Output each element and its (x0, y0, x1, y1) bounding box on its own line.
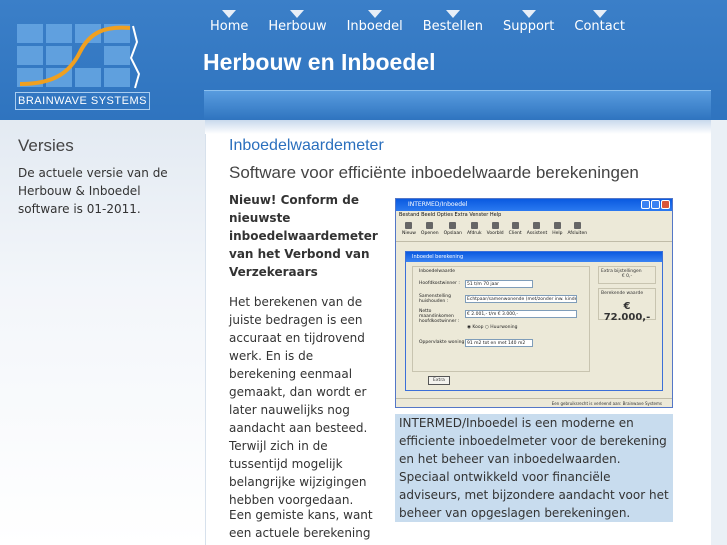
main-top-shadow (205, 120, 711, 134)
tool-label: Opslaan (443, 231, 462, 236)
print-icon (470, 222, 478, 229)
section-subtitle: Inboedelwaardemeter (229, 137, 384, 154)
logo-text: BRAINWAVE SYSTEMS (15, 92, 150, 110)
nav-label: Home (210, 19, 249, 34)
nav-label: Inboedel (346, 19, 403, 34)
window-statusbar: Een gebruiksrecht is verleend aan: Brain… (396, 398, 672, 407)
site-title: Herbouw en Inboedel (203, 49, 436, 75)
screenshot-caption: INTERMED/Inboedel is een moderne en effi… (395, 414, 673, 522)
nav-herbouw[interactable]: Herbouw (258, 0, 336, 40)
radio-huur-label: Huurwoning (490, 325, 518, 330)
assistant-icon (533, 222, 541, 229)
preview-icon (491, 222, 499, 229)
app-screenshot: INTERMED/Inboedel Bestand Beeld Opties E… (395, 198, 673, 408)
close-icon (661, 200, 670, 209)
nav-home[interactable]: Home (200, 0, 258, 40)
tool-label: Openen (420, 231, 439, 236)
extra-box: Extra bijstellingen € 0,- (598, 266, 656, 284)
nav-support[interactable]: Support (493, 0, 564, 40)
main-nav: Home Herbouw Inboedel Bestellen Support … (200, 0, 635, 40)
tool-open: Openen (421, 220, 439, 241)
tool-new: Nieuw (402, 220, 416, 241)
window-menubar: Bestand Beeld Opties Extra Venster Help (399, 212, 502, 218)
nav-label: Bestellen (422, 19, 483, 34)
radio-koop-label: Koop (472, 325, 484, 330)
income-label: Netto maandinkomen hoofdkostwinner : (419, 309, 460, 324)
right-gutter (711, 120, 727, 545)
client-icon (511, 222, 519, 229)
nav-marker-icon (445, 10, 460, 18)
result-value: € 72.000,- (603, 301, 651, 323)
banner-glow (204, 90, 711, 120)
tool-label: Assistent (526, 231, 548, 236)
tool-label: Afsluiten (567, 231, 588, 236)
nav-marker-icon (222, 10, 237, 18)
result-label: Berekende waarde (601, 291, 644, 296)
result-box: Berekende waarde € 72.000,- (598, 288, 656, 323)
nav-contact[interactable]: Contact (564, 0, 635, 40)
tool-label: Nieuw (402, 231, 416, 236)
household-label: Samenstelling huishouden : (419, 294, 451, 304)
help-icon (553, 222, 561, 229)
nav-marker-icon (521, 10, 536, 18)
tool-exit: Afsluiten (567, 220, 587, 241)
tool-preview: Voorbld (487, 220, 504, 241)
tool-print: Afdruk (467, 220, 482, 241)
area-label: Oppervlakte woning : (419, 340, 468, 345)
nav-label: Support (502, 19, 555, 34)
save-icon (449, 222, 457, 229)
new-icon (405, 222, 413, 229)
tool-label: Voorbld (486, 231, 504, 236)
tool-label: Help (552, 231, 563, 236)
sidebar-text: De actuele versie van de Herbouw & Inboe… (18, 166, 168, 216)
value-group: Inboedelwaarde Hoofdkostwinner : 51 t/m … (412, 266, 590, 372)
brand-logo[interactable]: BRAINWAVE SYSTEMS (15, 22, 150, 112)
group-label: Inboedelwaarde (419, 269, 456, 274)
sidebar: Versies De actuele versie van de Herbouw… (0, 120, 205, 545)
body-paragraph: Het berekenen van de juiste bedragen is … (229, 295, 368, 507)
open-icon (426, 222, 434, 229)
nav-marker-icon (367, 10, 382, 18)
wave-icon (19, 25, 141, 89)
maximize-icon (651, 200, 660, 209)
calc-dialog: Inboedel berekening Inboedelwaarde Hoofd… (405, 251, 663, 391)
age-select: 51 t/m 70 jaar (465, 280, 533, 288)
section-tagline: Software voor efficiënte inboedelwaarde … (229, 163, 639, 182)
nav-inboedel[interactable]: Inboedel (337, 0, 413, 40)
household-select: Echtpaar/samenwonende (met/zonder inw. k… (465, 295, 577, 303)
exit-icon (573, 222, 581, 229)
extra-value: € 0,- (621, 274, 633, 279)
extra-button: Extra (428, 376, 450, 385)
radio-koop: ◉ Koop ○ Huurwoning (467, 325, 518, 330)
age-label: Hoofdkostwinner : (419, 281, 460, 286)
window-controls (641, 200, 670, 209)
minimize-icon (641, 200, 650, 209)
tool-client: Client (509, 220, 522, 241)
nav-marker-icon (290, 10, 305, 18)
nav-label: Herbouw (268, 19, 327, 34)
nav-label: Contact (574, 19, 625, 34)
intro-text: Nieuw! Conform de nieuwste inboedelwaard… (229, 193, 378, 279)
tool-label: Afdruk (466, 231, 482, 236)
window-titlebar: INTERMED/Inboedel (396, 199, 672, 211)
area-select: 91 m2 tot en met 140 m2 (465, 339, 533, 347)
tool-help: Help (552, 220, 562, 241)
sidebar-title: Versies (18, 136, 74, 155)
income-select: € 2.001,- t/m € 3.000,- (465, 310, 577, 318)
window-toolbar: Nieuw Openen Opslaan Afdruk Voorbld Clie… (396, 220, 672, 242)
body-paragraph: Een gemiste kans, want een actuele berek… (229, 508, 373, 540)
nav-marker-icon (592, 10, 607, 18)
tool-save: Opslaan (444, 220, 462, 241)
window-title: INTERMED/Inboedel (408, 201, 468, 208)
nav-bestellen[interactable]: Bestellen (413, 0, 493, 40)
tool-assistant: Assistent (526, 220, 548, 241)
dialog-title: Inboedel berekening (406, 252, 662, 262)
tool-label: Client (508, 231, 522, 236)
